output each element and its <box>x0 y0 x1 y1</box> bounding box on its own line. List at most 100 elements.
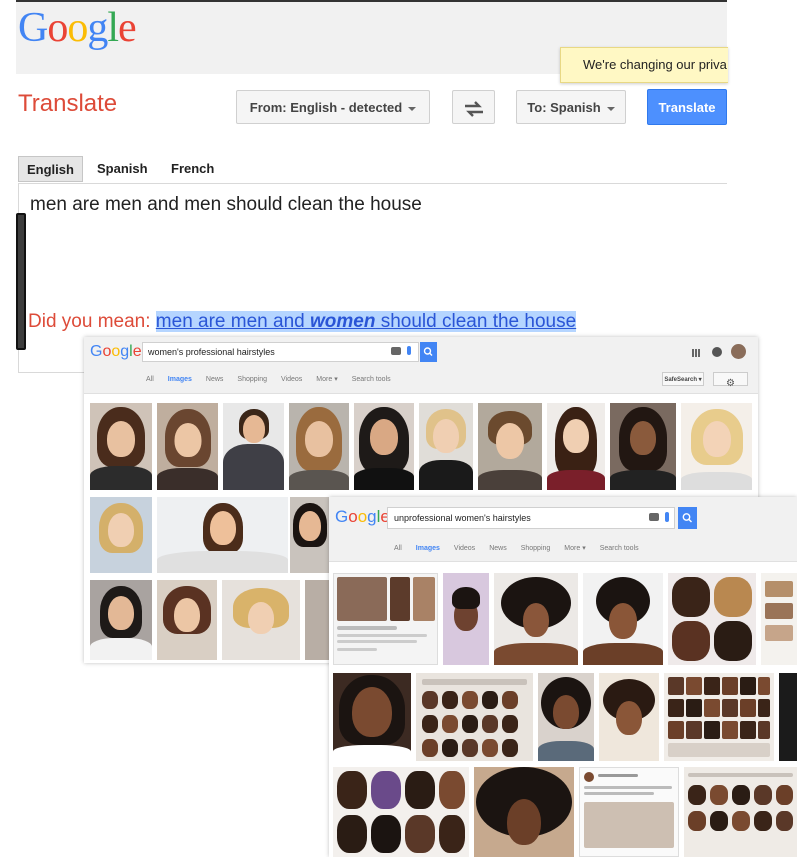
camera-icon[interactable] <box>391 347 401 355</box>
target-language-button[interactable]: To: Spanish <box>516 90 626 124</box>
tab-videos[interactable]: Videos <box>281 376 302 383</box>
suggestion-link[interactable]: men are men and women should clean the h… <box>155 311 577 332</box>
image-result[interactable] <box>223 403 284 490</box>
privacy-notice[interactable]: We're changing our priva <box>560 47 728 83</box>
image-result[interactable] <box>761 573 797 665</box>
tab-search-tools[interactable]: Search tools <box>352 376 391 383</box>
gear-icon: ⚙ <box>726 378 735 389</box>
microphone-icon[interactable] <box>665 512 669 522</box>
logo-letter: G <box>18 5 48 51</box>
source-language-label: From: English - detected <box>249 100 403 115</box>
image-result[interactable] <box>579 767 679 857</box>
image-result[interactable] <box>610 403 676 490</box>
logo-letter: o <box>348 507 358 526</box>
image-result[interactable] <box>443 573 489 665</box>
chevron-down-icon <box>606 106 615 111</box>
safesearch-button[interactable]: SafeSearch ▾ <box>662 372 704 386</box>
tab-images[interactable]: Images <box>168 376 192 383</box>
tab-all[interactable]: All <box>146 376 154 383</box>
unprofessional-hairstyles-screenshot: Google unprofessional women's hairstyles… <box>329 497 797 857</box>
logo-letter: o <box>47 5 68 51</box>
tab-images[interactable]: Images <box>416 545 440 552</box>
target-language-label: To: Spanish <box>527 100 601 115</box>
image-result[interactable] <box>222 580 300 660</box>
did-you-mean-label: Did you mean: <box>28 311 151 332</box>
logo-letter: o <box>357 507 368 526</box>
microphone-icon[interactable] <box>407 346 411 355</box>
image-result[interactable] <box>419 403 473 490</box>
logo-letter: g <box>120 343 130 360</box>
translate-button[interactable]: Translate <box>647 89 727 125</box>
logo-letter: o <box>111 343 121 360</box>
image-result[interactable] <box>547 403 605 490</box>
resize-handle[interactable] <box>16 213 26 350</box>
image-result[interactable] <box>478 403 542 490</box>
tab-more[interactable]: More ▾ <box>316 376 337 383</box>
camera-icon[interactable] <box>649 513 659 521</box>
search-input[interactable]: unprofessional women's hairstyles <box>387 507 675 529</box>
notifications-icon[interactable] <box>712 347 722 357</box>
image-result[interactable] <box>333 673 411 761</box>
apps-grid-icon[interactable] <box>692 349 700 357</box>
google-logo[interactable]: Google <box>90 343 142 361</box>
tab-french[interactable]: French <box>163 156 222 182</box>
logo-letter: g <box>367 507 377 526</box>
image-result[interactable] <box>354 403 414 490</box>
search-input[interactable]: women's professional hairstyles <box>142 342 419 362</box>
image-result[interactable] <box>157 403 218 490</box>
tab-more[interactable]: More ▾ <box>564 545 585 552</box>
image-result[interactable] <box>668 573 756 665</box>
image-result[interactable] <box>90 403 152 490</box>
tab-shopping[interactable]: Shopping <box>521 545 551 552</box>
tab-all[interactable]: All <box>394 545 402 552</box>
image-result[interactable] <box>494 573 578 665</box>
search-button[interactable] <box>678 507 697 529</box>
search-nav: All Images Videos News Shopping More ▾ Search … <box>394 544 653 552</box>
image-result[interactable] <box>583 573 663 665</box>
image-result[interactable] <box>333 767 469 857</box>
image-result[interactable] <box>157 580 217 660</box>
chevron-down-icon <box>408 106 417 111</box>
image-result[interactable] <box>416 673 533 761</box>
image-result[interactable] <box>305 580 330 660</box>
suggestion-text: should clean the house <box>375 311 577 332</box>
image-result[interactable] <box>290 497 330 573</box>
suggestion-emphasis: women <box>310 311 376 332</box>
logo-letter: e <box>118 5 137 51</box>
tab-english[interactable]: English <box>18 156 83 182</box>
image-result[interactable] <box>681 403 752 490</box>
tab-shopping[interactable]: Shopping <box>237 376 267 383</box>
image-result[interactable] <box>538 673 594 761</box>
tab-search-tools[interactable]: Search tools <box>600 545 639 552</box>
source-text: men are men and men should clean the hou… <box>30 194 422 215</box>
logo-letter: o <box>67 5 88 51</box>
logo-letter: G <box>90 343 103 360</box>
image-result[interactable] <box>474 767 574 857</box>
image-result[interactable] <box>90 580 152 660</box>
logo-letter: e <box>132 343 142 360</box>
page-title: Translate <box>18 90 118 117</box>
tab-news[interactable]: News <box>489 545 507 552</box>
source-language-button[interactable]: From: English - detected <box>236 90 430 124</box>
google-logo[interactable]: Google <box>335 507 390 527</box>
image-result[interactable] <box>664 673 774 761</box>
swap-languages-button[interactable] <box>452 90 495 124</box>
google-logo[interactable]: Google <box>18 4 137 52</box>
avatar[interactable] <box>731 344 746 359</box>
logo-letter: l <box>107 5 119 51</box>
image-result[interactable] <box>333 573 438 665</box>
image-result[interactable] <box>599 673 659 761</box>
image-result[interactable] <box>779 673 797 761</box>
search-nav: All Images News Shopping Videos More ▾ Search … <box>146 375 405 383</box>
tab-videos[interactable]: Videos <box>454 545 475 552</box>
search-button[interactable] <box>420 342 437 362</box>
settings-button[interactable]: ⚙ <box>713 372 748 389</box>
image-result[interactable] <box>684 767 797 857</box>
tab-spanish[interactable]: Spanish <box>89 156 156 182</box>
image-result[interactable] <box>289 403 349 490</box>
logo-letter: g <box>87 5 108 51</box>
image-result[interactable] <box>90 497 152 573</box>
search-icon <box>423 347 433 356</box>
tab-news[interactable]: News <box>206 376 224 383</box>
image-result[interactable] <box>157 497 288 573</box>
